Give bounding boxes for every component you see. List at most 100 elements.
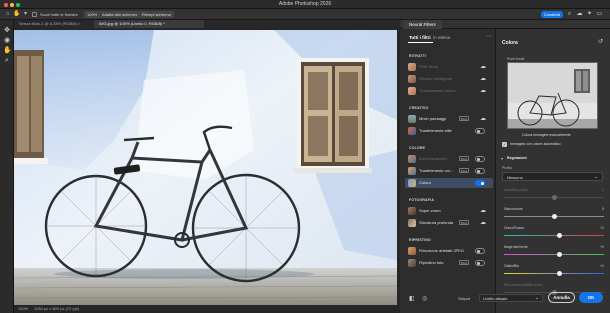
profile-dropdown[interactable]: Nessuno ⌄ [502,172,603,181]
brush-tool-icon[interactable]: ◉ [3,37,11,45]
fill-screen-button[interactable]: Riempi schermo [139,11,174,18]
profile-value: Nessuno [507,175,523,180]
hand-tool-icon[interactable]: ✋ [3,47,12,55]
filter-label: Trasferimento stile [419,128,452,133]
focus-points-label: Punti focali [507,57,525,61]
section-creative: CREATIVO [409,106,429,110]
active-tab-underline [408,42,433,43]
slider-handle[interactable] [551,195,557,200]
photo-restore-toggle[interactable] [475,260,485,266]
color-transfer-thumbnail [408,167,416,175]
filter-jpeg-artifacts[interactable]: Rimozione artefatti JPEG [405,246,493,256]
colorize-settings-panel: Colora ↺ Punti focali Colora immagine ma… [496,29,610,313]
slider-track[interactable] [504,254,604,255]
compare-layers-icon[interactable]: ◧ [409,295,415,302]
status-zoom: 100% [18,306,29,311]
auto-color-checkbox[interactable]: ✓ [502,142,507,147]
tab-img-jpg[interactable]: IMG.jpg @ 100% (Livello 0, RGB/8) * [94,20,204,28]
more-options-icon[interactable]: ⋯ [486,33,492,40]
move-tool-icon[interactable]: ✥ [3,27,11,35]
cloud-download-icon[interactable]: ☁ [479,87,487,95]
beta-badge: Beta [459,168,469,173]
slider-handle[interactable] [556,233,562,238]
section-photography: FOTOGRAFIA [409,198,435,202]
filter-smart-portrait[interactable]: Ritratto intelligente ☁ [405,74,493,84]
slider-value: +1 [600,245,604,249]
chevron-down-icon[interactable]: ▾ [22,11,29,18]
filter-depth-blur[interactable]: Sfocatura profonda Beta ☁ [405,218,493,228]
document-tabs: Senza titolo-1 @ 8,33% (RGB/8) × IMG.jpg… [14,20,400,28]
tab-all-filters[interactable]: Tutti i filtri [409,35,431,40]
filter-label: Mixer paesaggi [419,116,447,121]
colorize-toggle[interactable] [475,180,485,186]
canvas-area[interactable] [14,28,400,306]
filter-label: Colora [419,180,431,185]
ok-button[interactable]: OK [579,292,603,303]
landscape-mixer-thumbnail [408,115,416,123]
slider-handle[interactable] [556,271,562,276]
share-button[interactable]: Condividi [541,11,563,18]
colorize-title: Colora [502,40,518,46]
harmonization-toggle[interactable] [475,156,485,162]
fit-screen-button[interactable]: Adatta allo schermo [99,11,141,18]
cloud-download-icon[interactable]: ☁ [479,207,487,215]
depth-blur-thumbnail [408,219,416,227]
zoom-tool-icon[interactable]: ⌕ [3,57,11,65]
search-icon[interactable]: ⌕ [566,11,573,18]
slider-label: Giallo/Blu [504,264,519,268]
slider-handle[interactable] [551,214,557,219]
slider-label: Magenta/Verde [504,245,528,249]
reset-icon[interactable]: ↺ [598,38,603,45]
cloud-docs-icon[interactable]: ☁ [576,11,583,18]
scroll-all-checkbox[interactable] [32,12,37,17]
colorize-preview[interactable] [507,62,598,129]
filter-skin-smoothing[interactable]: Pelle liscia ☁ [405,62,493,72]
filter-makeup-transfer[interactable]: Trasferimento trucco ☁ [405,86,493,96]
filter-style-transfer[interactable]: Trasferimento stile [405,126,493,136]
filter-harmonization[interactable]: Armonizzazione Beta [405,154,493,164]
slider-value: 0 [602,188,604,192]
filter-landscape-mixer[interactable]: Mixer paesaggi Beta ☁ [405,114,493,124]
cloud-download-icon[interactable]: ☁ [479,219,487,227]
scroll-all-label: Scorri tutte le finestre [40,12,78,17]
slider-label: Saturazione [504,207,523,211]
color-transfer-toggle[interactable] [475,168,485,174]
filter-photo-restore[interactable]: Ripristino foto Beta [405,258,493,268]
slider-track[interactable] [504,235,604,236]
chevron-down-icon: ⌄ [534,295,539,301]
learn-icon[interactable]: ✦ [586,11,593,18]
filter-colorize[interactable]: Colora [405,178,493,188]
cloud-download-icon[interactable]: ☁ [479,63,487,71]
filter-label: Ritratto intelligente [419,76,453,81]
output-dropdown[interactable]: Livello attuale ⌄ [479,294,543,302]
app-title: Adobe Photoshop 2026 [278,1,332,7]
output-value: Livello attuale [483,296,508,301]
cloud-download-icon[interactable]: ☁ [479,75,487,83]
cloud-download-icon[interactable]: ☁ [479,115,487,123]
zoom-100-button[interactable]: 100% [84,11,101,18]
home-icon[interactable]: ⌂ [4,11,11,18]
slider-label: Ciano/Rosso [504,226,525,230]
slider-track[interactable] [504,273,604,274]
status-bar: 100% 1054 px x 800 px (72 ppi) [14,305,400,313]
style-transfer-toggle[interactable] [475,128,485,134]
slider-handle[interactable] [556,252,562,257]
jpeg-artifacts-toggle[interactable] [475,248,485,254]
tab-waiting[interactable]: In attesa [433,35,450,40]
filter-label: Pelle liscia [419,64,438,69]
harmonization-thumbnail [408,155,416,163]
feedback-icon[interactable]: ◎ [422,295,427,302]
filter-super-zoom[interactable]: Super zoom ☁ [405,206,493,216]
document-image[interactable] [14,30,397,306]
photo-restore-thumbnail [408,259,416,267]
filter-label: Armonizzazione [419,156,448,161]
hand-tool-icon[interactable]: ✋ [13,11,20,18]
beta-badge: Beta [459,260,469,265]
filter-label: Trasferimento col... [419,168,454,173]
tab-untitled[interactable]: Senza titolo-1 @ 8,33% (RGB/8) × [14,20,94,28]
beta-badge: Beta [459,220,469,225]
cancel-button[interactable]: Annulla [548,292,575,303]
chevron-down-icon[interactable]: ▾ [501,156,503,161]
filter-color-transfer[interactable]: Trasferimento col... Beta [405,166,493,176]
workspace-icon[interactable]: ▭ [596,11,603,18]
